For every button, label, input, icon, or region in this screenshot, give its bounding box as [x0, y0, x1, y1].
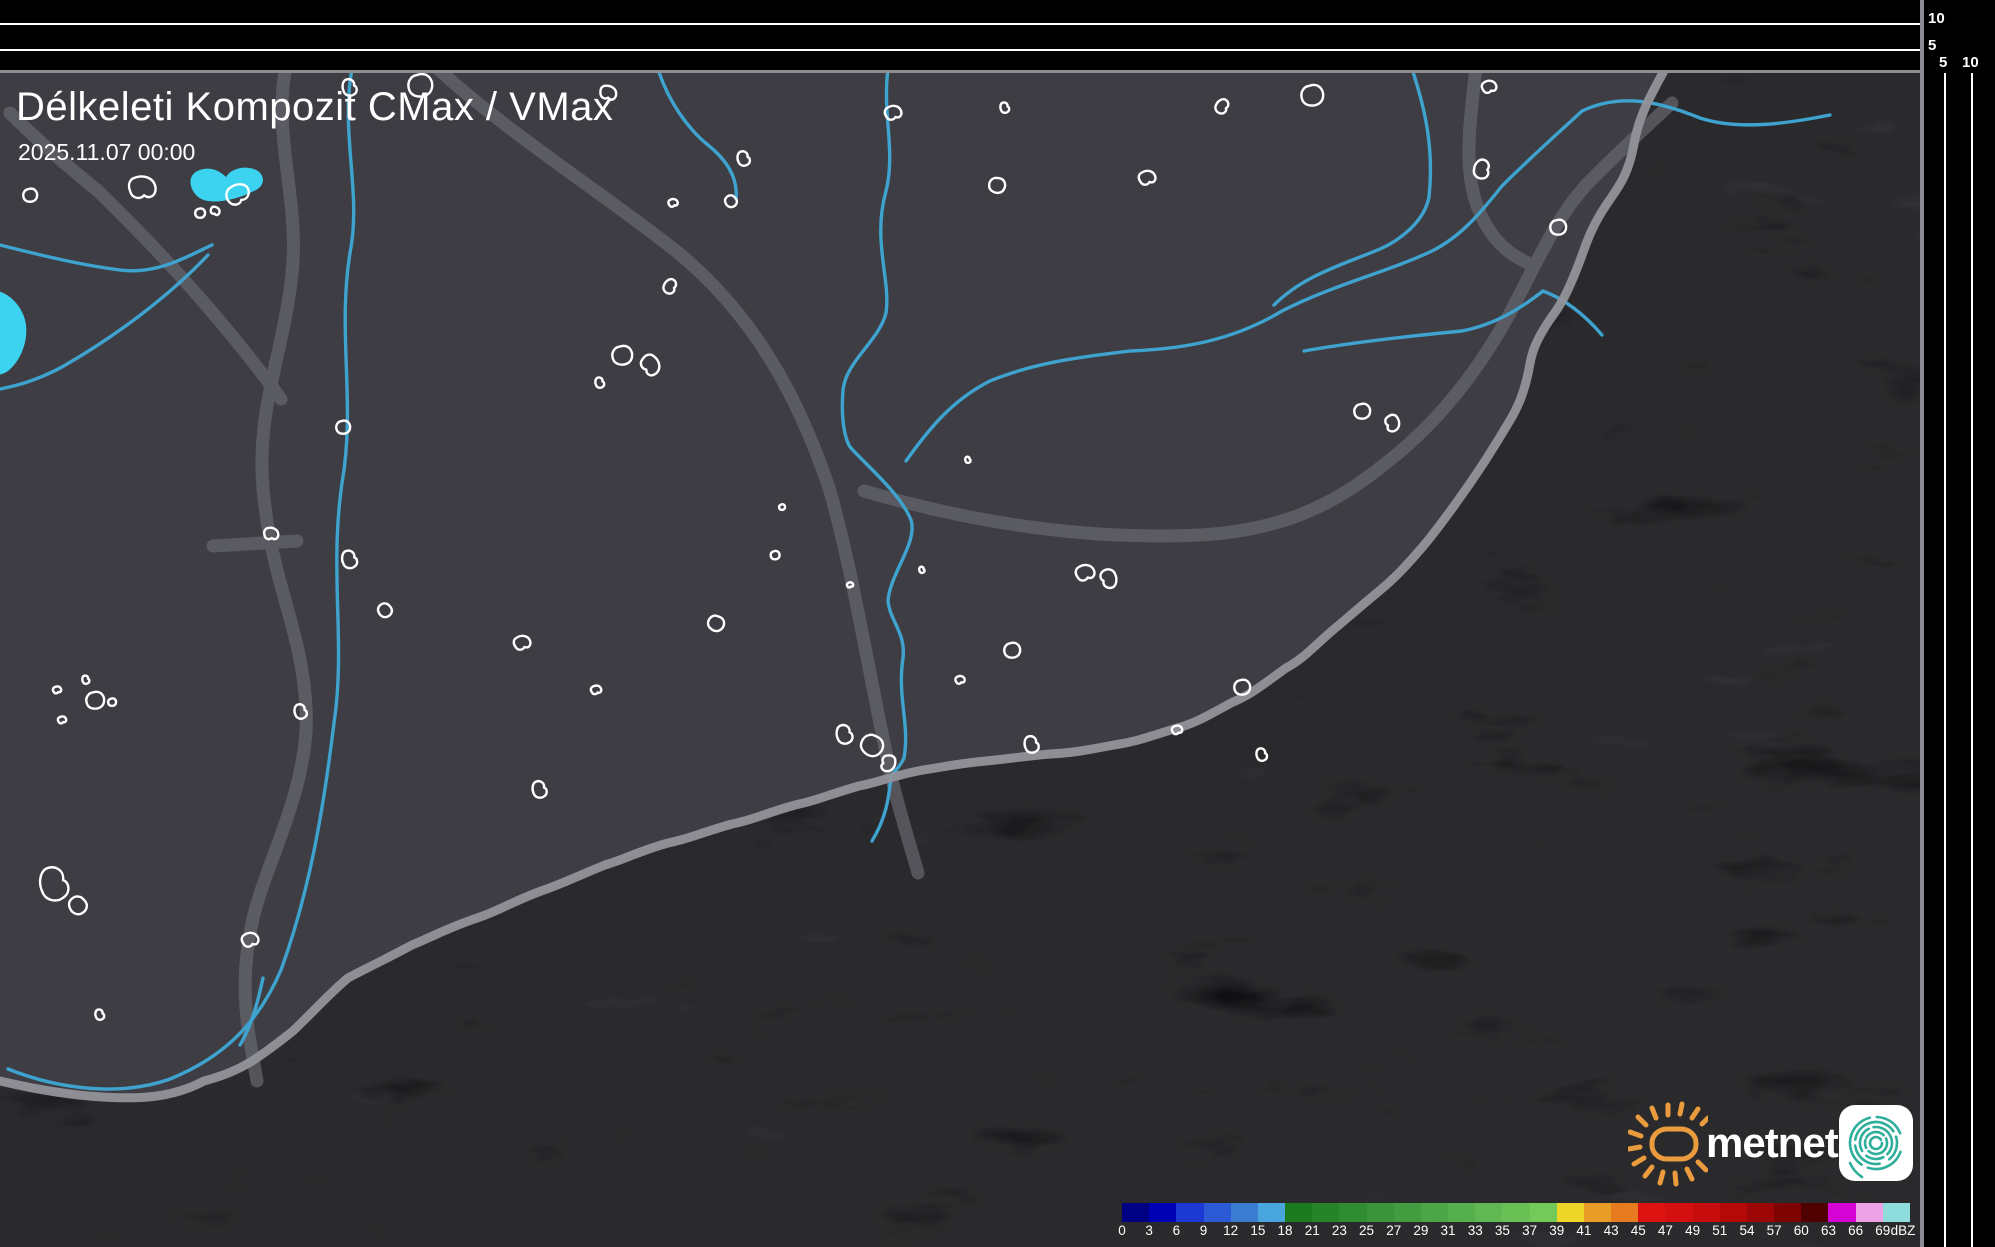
radar-map: Délkeleti Kompozit CMax / VMax 2025.11.0… — [0, 73, 1920, 1247]
top-panel-axis-label: 10 — [1928, 11, 1945, 26]
colorbar-tick: 31 — [1441, 1224, 1456, 1239]
colorbar-tick: 66 — [1848, 1224, 1863, 1239]
colorbar-tick: 12 — [1223, 1224, 1238, 1239]
colorbar-segment — [1475, 1203, 1502, 1222]
basemap — [0, 73, 1920, 1247]
dbz-unit-label: dBZ — [1891, 1224, 1916, 1239]
top-panel-axis-label: 5 — [1928, 38, 1936, 53]
colorbar-segment — [1530, 1203, 1557, 1222]
colorbar-segment — [1176, 1203, 1203, 1222]
colorbar-tick: 63 — [1821, 1224, 1836, 1239]
colorbar-tick: 18 — [1278, 1224, 1293, 1239]
colorbar-tick: 39 — [1549, 1224, 1564, 1239]
colorbar-segment — [1883, 1203, 1910, 1222]
page-title: Délkeleti Kompozit CMax / VMax — [16, 85, 613, 130]
colorbar-segment — [1122, 1203, 1149, 1222]
colorbar-segment — [1285, 1203, 1312, 1222]
colorbar-segment — [1421, 1203, 1448, 1222]
colorbar-tick: 21 — [1305, 1224, 1320, 1239]
colorbar-tick: 3 — [1145, 1224, 1153, 1239]
colorbar-tick: 47 — [1658, 1224, 1673, 1239]
radar-viewer: 10 5 5 10 — [0, 0, 1995, 1247]
timestamp: 2025.11.07 00:00 — [18, 139, 195, 166]
colorbar-segment — [1394, 1203, 1421, 1222]
colorbar-tick: 33 — [1468, 1224, 1483, 1239]
right-panel-axis-label: 10 — [1962, 55, 1979, 70]
colorbar-tick: 51 — [1712, 1224, 1727, 1239]
right-panel-axis-label: 5 — [1939, 55, 1947, 70]
colorbar-segment — [1149, 1203, 1176, 1222]
reflectivity-colorbar: 0369121518212325272931333537394143454749… — [1122, 1203, 1910, 1243]
colorbar-segment — [1638, 1203, 1665, 1222]
map-frame-right — [1920, 0, 1924, 1247]
sun-icon — [1628, 1099, 1708, 1189]
colorbar-segment — [1339, 1203, 1366, 1222]
colorbar-tick: 43 — [1604, 1224, 1619, 1239]
colorbar-tick: 60 — [1794, 1224, 1809, 1239]
colorbar-tick: 6 — [1173, 1224, 1181, 1239]
colorbar-tick: 9 — [1200, 1224, 1208, 1239]
cyclone-app-icon — [1838, 1103, 1916, 1185]
colorbar-tick: 15 — [1250, 1224, 1265, 1239]
colorbar-tick: 45 — [1631, 1224, 1646, 1239]
colorbar-tick: 57 — [1767, 1224, 1782, 1239]
metnet-logo: metnet — [1628, 1091, 1920, 1191]
colorbar-segment — [1557, 1203, 1584, 1222]
colorbar-tick: 0 — [1118, 1224, 1126, 1239]
colorbar-segment — [1584, 1203, 1611, 1222]
colorbar-segment — [1856, 1203, 1883, 1222]
colorbar-segment — [1828, 1203, 1855, 1222]
colorbar-segment — [1231, 1203, 1258, 1222]
colorbar-tick: 37 — [1522, 1224, 1537, 1239]
colorbar-segment — [1448, 1203, 1475, 1222]
colorbar-segment — [1665, 1203, 1692, 1222]
top-panel-gridline-10km — [0, 23, 1920, 25]
colorbar-tick: 27 — [1386, 1224, 1401, 1239]
colorbar-segment — [1312, 1203, 1339, 1222]
colorbar-segment — [1693, 1203, 1720, 1222]
colorbar-tick: 29 — [1413, 1224, 1428, 1239]
colorbar-segments — [1122, 1203, 1910, 1222]
colorbar-segment — [1258, 1203, 1285, 1222]
colorbar-tick: 49 — [1685, 1224, 1700, 1239]
metnet-wordmark: metnet — [1706, 1119, 1838, 1167]
right-panel-gridline-10km — [1971, 73, 1973, 1247]
colorbar-tick: 69 — [1875, 1224, 1890, 1239]
colorbar-segment — [1502, 1203, 1529, 1222]
colorbar-segment — [1720, 1203, 1747, 1222]
colorbar-segment — [1204, 1203, 1231, 1222]
colorbar-segment — [1774, 1203, 1801, 1222]
colorbar-tick: 41 — [1576, 1224, 1591, 1239]
colorbar-segment — [1611, 1203, 1638, 1222]
colorbar-tick: 35 — [1495, 1224, 1510, 1239]
colorbar-segment — [1367, 1203, 1394, 1222]
colorbar-tick: 54 — [1739, 1224, 1754, 1239]
colorbar-segment — [1747, 1203, 1774, 1222]
right-panel-gridline-5km — [1944, 73, 1946, 1247]
top-panel-gridline-5km — [0, 49, 1920, 51]
colorbar-tick: 23 — [1332, 1224, 1347, 1239]
colorbar-segment — [1801, 1203, 1828, 1222]
colorbar-tick: 25 — [1359, 1224, 1374, 1239]
